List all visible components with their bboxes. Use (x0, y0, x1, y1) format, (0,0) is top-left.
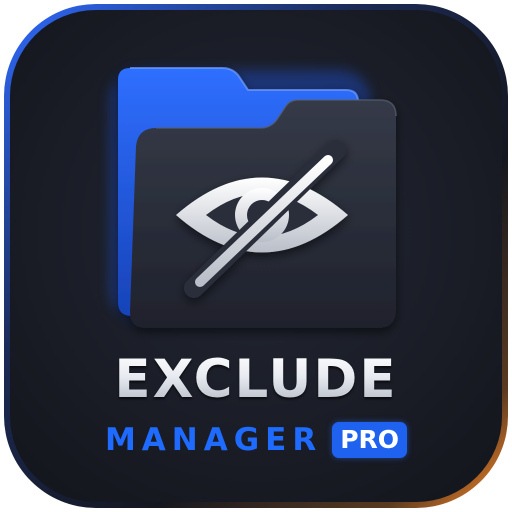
pro-badge: PRO (332, 422, 408, 458)
app-subtitle: MANAGER (104, 422, 323, 458)
app-icon: EXCLUDE MANAGER PRO (0, 0, 512, 512)
app-title: EXCLUDE (0, 350, 512, 410)
app-subtitle-row: MANAGER PRO (0, 418, 512, 462)
